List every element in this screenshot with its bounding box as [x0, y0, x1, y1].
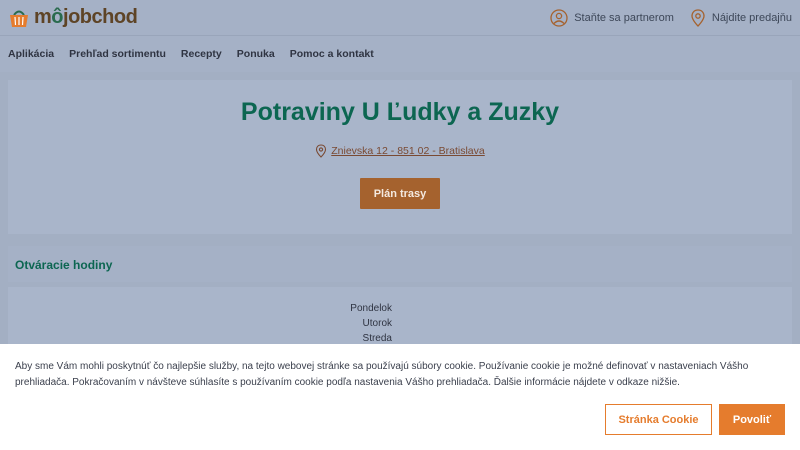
become-partner-label: Staňte sa partnerom — [574, 11, 674, 24]
nav-item-recipes[interactable]: Recepty — [181, 48, 222, 60]
basket-icon — [10, 10, 28, 27]
day-monday: Pondelok — [350, 303, 392, 314]
nav-item-help-contact[interactable]: Pomoc a kontakt — [290, 48, 374, 60]
cookie-page-button[interactable]: Stránka Cookie — [605, 404, 712, 435]
logo[interactable]: môjobchod — [8, 6, 138, 29]
nav-item-offer[interactable]: Ponuka — [237, 48, 275, 60]
opening-hours-header: Otváracie hodiny — [8, 246, 792, 282]
shop-title: Potraviny U Ľudky a Zuzky — [240, 98, 560, 126]
user-icon — [550, 8, 568, 27]
nav-item-application[interactable]: Aplikácia — [8, 48, 54, 60]
site-header: môjobchod Staňte sa partnerom Nájdite pr… — [0, 0, 800, 36]
shop-info-card: Potraviny U Ľudky a Zuzky Znievska 12 - … — [8, 80, 792, 234]
cookie-text: Aby sme Vám mohli poskytnúť čo najlepšie… — [15, 361, 749, 388]
find-store-label: Nájdite predajňu — [711, 11, 792, 24]
shop-address-text: Znievska 12 - 851 02 - Bratislava — [331, 145, 485, 157]
day-wednesday: Streda — [362, 333, 392, 344]
become-partner-link[interactable]: Staňte sa partnerom — [550, 8, 674, 27]
allow-cookies-button[interactable]: Povoliť — [719, 404, 785, 435]
shop-address-link[interactable]: Znievska 12 - 851 02 - Bratislava — [8, 144, 792, 158]
cookie-banner: Aby sme Vám mohli poskytnúť čo najlepšie… — [0, 344, 800, 450]
location-pin-icon — [691, 8, 705, 27]
location-pin-icon — [316, 144, 327, 158]
route-plan-button[interactable]: Plán trasy — [360, 178, 440, 209]
find-store-link[interactable]: Nájdite predajňu — [690, 8, 792, 27]
opening-hours-title: Otváracie hodiny — [15, 258, 113, 272]
logo-text: môjobchod — [34, 6, 138, 28]
main-nav: Aplikácia Prehľad sortimentu Recepty Pon… — [0, 36, 800, 72]
day-tuesday: Utorok — [362, 318, 392, 329]
nav-item-assortment[interactable]: Prehľad sortimentu — [69, 48, 166, 60]
